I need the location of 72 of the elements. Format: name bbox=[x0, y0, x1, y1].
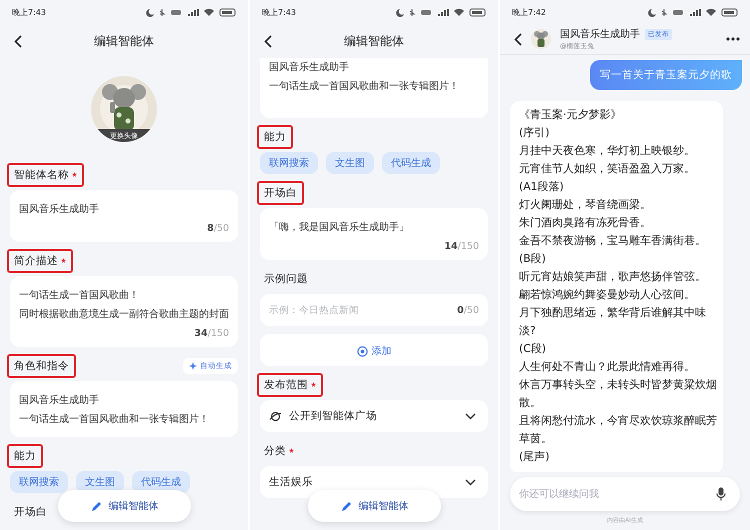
character-counter: 8/50 bbox=[206, 223, 229, 234]
character-counter: 34/150 bbox=[193, 328, 229, 339]
text-area[interactable]: 国风音乐生成助手 一句话生成一首国风歌曲和一张专辑图片！ bbox=[260, 58, 488, 118]
ability-chip[interactable]: 联网搜索 bbox=[260, 152, 318, 174]
field-text: 一句话生成一首国风歌曲和一张专辑图片！ bbox=[269, 80, 460, 94]
message-line: 《青玉案·元夕梦影》 bbox=[519, 107, 622, 123]
field-text: 国风音乐生成助手 bbox=[19, 394, 100, 408]
status-time: 晚上7:42 bbox=[512, 6, 546, 18]
field-label: 分类 bbox=[257, 439, 301, 463]
field-label: 示例问题 bbox=[263, 272, 309, 287]
planet-icon bbox=[269, 410, 282, 422]
user-message: 写一首关于青玉案元夕的歌 bbox=[590, 60, 742, 90]
edit-agent-button[interactable]: 编辑智能体 bbox=[308, 490, 441, 522]
status-time: 晚上7:43 bbox=[12, 6, 46, 18]
field-label: 能力 bbox=[7, 444, 43, 468]
message-line: (B段) bbox=[519, 251, 547, 267]
screen-title: 编辑智能体 bbox=[94, 32, 154, 50]
field-text: 国风音乐生成助手 bbox=[269, 60, 350, 75]
field-label: 发布范围 bbox=[257, 373, 323, 397]
bot-name: 国风音乐生成助手 bbox=[560, 28, 640, 41]
back-icon[interactable] bbox=[14, 35, 22, 48]
back-icon[interactable] bbox=[264, 35, 272, 48]
field-label: 角色和指令 bbox=[7, 354, 76, 378]
field-text: 一句话生成一首国风歌曲和一张专辑图片！ bbox=[19, 412, 210, 427]
message-line: 灯火阑珊处，琴音绕画梁。 bbox=[519, 197, 652, 213]
ability-chip[interactable]: 联网搜索 bbox=[10, 471, 68, 493]
field-text: 「嗨，我是国风音乐生成助手」 bbox=[269, 220, 410, 235]
field-text: 国风音乐生成助手 bbox=[19, 202, 100, 217]
status-time: 晚上7:43 bbox=[262, 6, 296, 18]
field-label: 开场白 bbox=[13, 505, 48, 520]
text-area[interactable]: 一句话生成一首国风歌曲！ 同时根据歌曲意境生成一副符合歌曲主题的封面 34/150 bbox=[10, 276, 238, 347]
character-counter: 0/50 bbox=[457, 304, 479, 316]
message-line: 月挂中天夜色寒，华灯初上映银纱。 bbox=[519, 143, 696, 159]
message-line: (C段) bbox=[519, 341, 547, 357]
input-field[interactable]: 示例：今日热点新闻 0/50 bbox=[260, 294, 488, 326]
field-text: 一句话生成一首国风歌曲！ bbox=[19, 288, 140, 303]
back-icon[interactable] bbox=[514, 32, 522, 46]
message-line: 元宵佳节人如织，笑语盈盈入万家。 bbox=[519, 161, 696, 177]
message-line: 月下独酌思绪远，繁华背后谁解其中味淡? bbox=[519, 305, 707, 339]
ability-chip[interactable]: 代码生成 bbox=[382, 152, 440, 174]
message-line: (序引) bbox=[519, 125, 550, 141]
field-text: 同时根据歌曲意境生成一副符合歌曲主题的封面 bbox=[19, 308, 229, 322]
message-line: 且将闲愁付流水，今宵尽欢饮琼浆醉眠芳草茵。 bbox=[519, 413, 718, 447]
field-label: 能力 bbox=[257, 125, 293, 149]
field-label: 简介描述 bbox=[7, 249, 73, 273]
message-line: 金吾不禁夜游畅，宝马雕车香满街巷。 bbox=[519, 233, 707, 249]
edit-agent-button[interactable]: 编辑智能体 bbox=[58, 490, 191, 522]
chevron-down-icon bbox=[465, 478, 476, 486]
more-icon[interactable] bbox=[726, 37, 740, 41]
select-field[interactable]: 公开到智能体广场 bbox=[260, 400, 488, 432]
pencil-icon bbox=[340, 500, 352, 512]
screen-title: 编辑智能体 bbox=[344, 32, 404, 50]
sparkle-icon bbox=[189, 362, 197, 370]
ability-chip[interactable]: 文生图 bbox=[326, 152, 374, 174]
pencil-icon bbox=[90, 500, 102, 512]
chevron-down-icon bbox=[465, 412, 476, 420]
message-line: (尾声) bbox=[519, 449, 550, 465]
message-line: 翩若惊鸿婉约舞姿曼妙动人心弦间。 bbox=[519, 287, 696, 303]
text-area[interactable]: 「嗨，我是国风音乐生成助手」 14/150 bbox=[260, 208, 488, 260]
message-line: 人生何处不青山？此景此情难再得。 bbox=[519, 359, 696, 375]
field-label: 智能体名称 bbox=[7, 163, 84, 187]
add-circle-icon bbox=[356, 346, 368, 356]
field-label: 开场白 bbox=[257, 181, 304, 205]
message-line: 朱门酒肉臭路有冻死骨香。 bbox=[519, 215, 652, 231]
text-area[interactable]: 国风音乐生成助手 一句话生成一首国风歌曲和一张专辑图片！ bbox=[10, 381, 238, 437]
text-area[interactable]: 国风音乐生成助手 8/50 bbox=[10, 190, 238, 242]
add-button[interactable]: 添加 bbox=[260, 334, 488, 366]
message-line: 听元宵姑娘笑声甜，歌声悠扬伴管弦。 bbox=[519, 269, 707, 285]
microphone-icon[interactable] bbox=[716, 487, 726, 501]
character-counter: 14/150 bbox=[443, 241, 479, 252]
message-line: 休言万事转头空，未转头时皆梦黄粱炊烟散。 bbox=[519, 377, 718, 411]
message-line: (A1段落) bbox=[519, 179, 565, 195]
